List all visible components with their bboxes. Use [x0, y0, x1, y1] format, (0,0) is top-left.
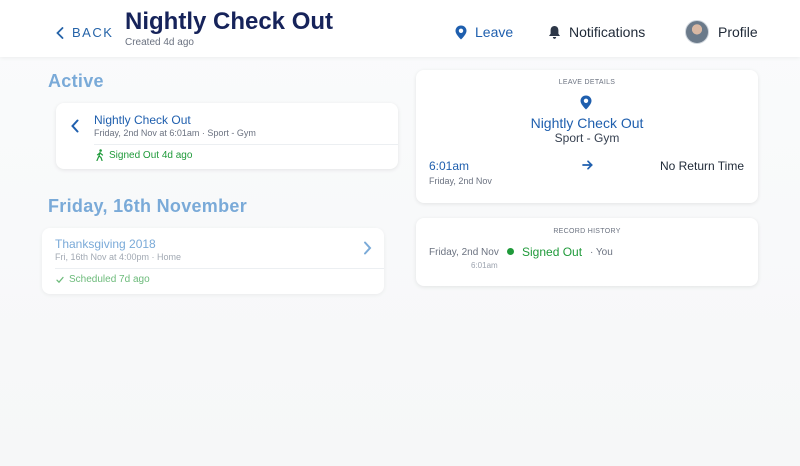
nav-leave[interactable]: Leave [455, 24, 513, 40]
page-subtitle: Created 4d ago [125, 37, 194, 48]
nav-notifications[interactable]: Notifications [548, 24, 645, 40]
nav-profile[interactable]: Profile [685, 20, 758, 44]
nav-profile-label: Profile [718, 24, 758, 40]
record-history-label: RECORD HISTORY [553, 228, 621, 235]
record-time: 6:01am [471, 261, 498, 270]
leave-status-label: Signed Out 4d ago [109, 149, 193, 161]
section-title-date: Friday, 16th November [48, 196, 248, 216]
leave-meta: Fri, 16th Nov at 4:00pm · Home [55, 252, 182, 262]
page-title: Nightly Check Out [125, 8, 334, 35]
walking-person-icon [96, 149, 104, 161]
chevron-right-icon[interactable] [363, 241, 372, 255]
leave-status-label: Scheduled 7d ago [69, 274, 150, 285]
check-icon [56, 276, 64, 283]
active-leave-card[interactable]: Nightly Check Out Friday, 2nd Nov at 6:0… [56, 103, 398, 169]
arrow-right-icon [582, 160, 593, 170]
chevron-left-icon[interactable] [70, 119, 80, 133]
leave-details-time: 6:01am [429, 159, 470, 173]
leave-meta: Friday, 2nd Nov at 6:01am · Sport - Gym [94, 128, 256, 138]
section-title-active: Active [48, 71, 104, 91]
leave-name: Nightly Check Out [94, 113, 191, 127]
top-bar: BACK Nightly Check Out Created 4d ago Le… [0, 0, 800, 57]
leave-status: Signed Out 4d ago [96, 149, 192, 161]
status-dot [507, 248, 514, 255]
nav-leave-label: Leave [475, 24, 514, 40]
leave-status: Scheduled 7d ago [56, 274, 150, 285]
record-history-card: RECORD HISTORY Friday, 2nd Nov 6:01am Si… [416, 218, 758, 286]
leave-name: Thanksgiving 2018 [55, 237, 156, 251]
scheduled-leave-card[interactable]: Thanksgiving 2018 Fri, 16th Nov at 4:00p… [42, 228, 384, 294]
leave-details-name: Nightly Check Out [530, 115, 644, 131]
chevron-left-icon [56, 26, 64, 39]
record-by: · You [590, 247, 613, 258]
record-date: Friday, 2nd Nov [429, 247, 499, 258]
leave-details-date: Friday, 2nd Nov [429, 176, 492, 186]
back-label: BACK [72, 25, 114, 40]
map-pin-icon [580, 95, 592, 110]
leave-details-place: Sport - Gym [554, 131, 620, 145]
divider [94, 144, 398, 145]
map-pin-icon [455, 25, 467, 39]
leave-details-label: LEAVE DETAILS [558, 79, 616, 86]
back-button[interactable]: BACK [56, 25, 113, 40]
return-time: No Return Time [659, 159, 744, 173]
bell-icon [549, 25, 560, 39]
divider [55, 268, 384, 269]
avatar [685, 20, 709, 44]
record-status: Signed Out [522, 245, 583, 259]
nav-notifications-label: Notifications [569, 24, 646, 40]
leave-details-card: LEAVE DETAILS Nightly Check Out Sport - … [416, 70, 758, 203]
